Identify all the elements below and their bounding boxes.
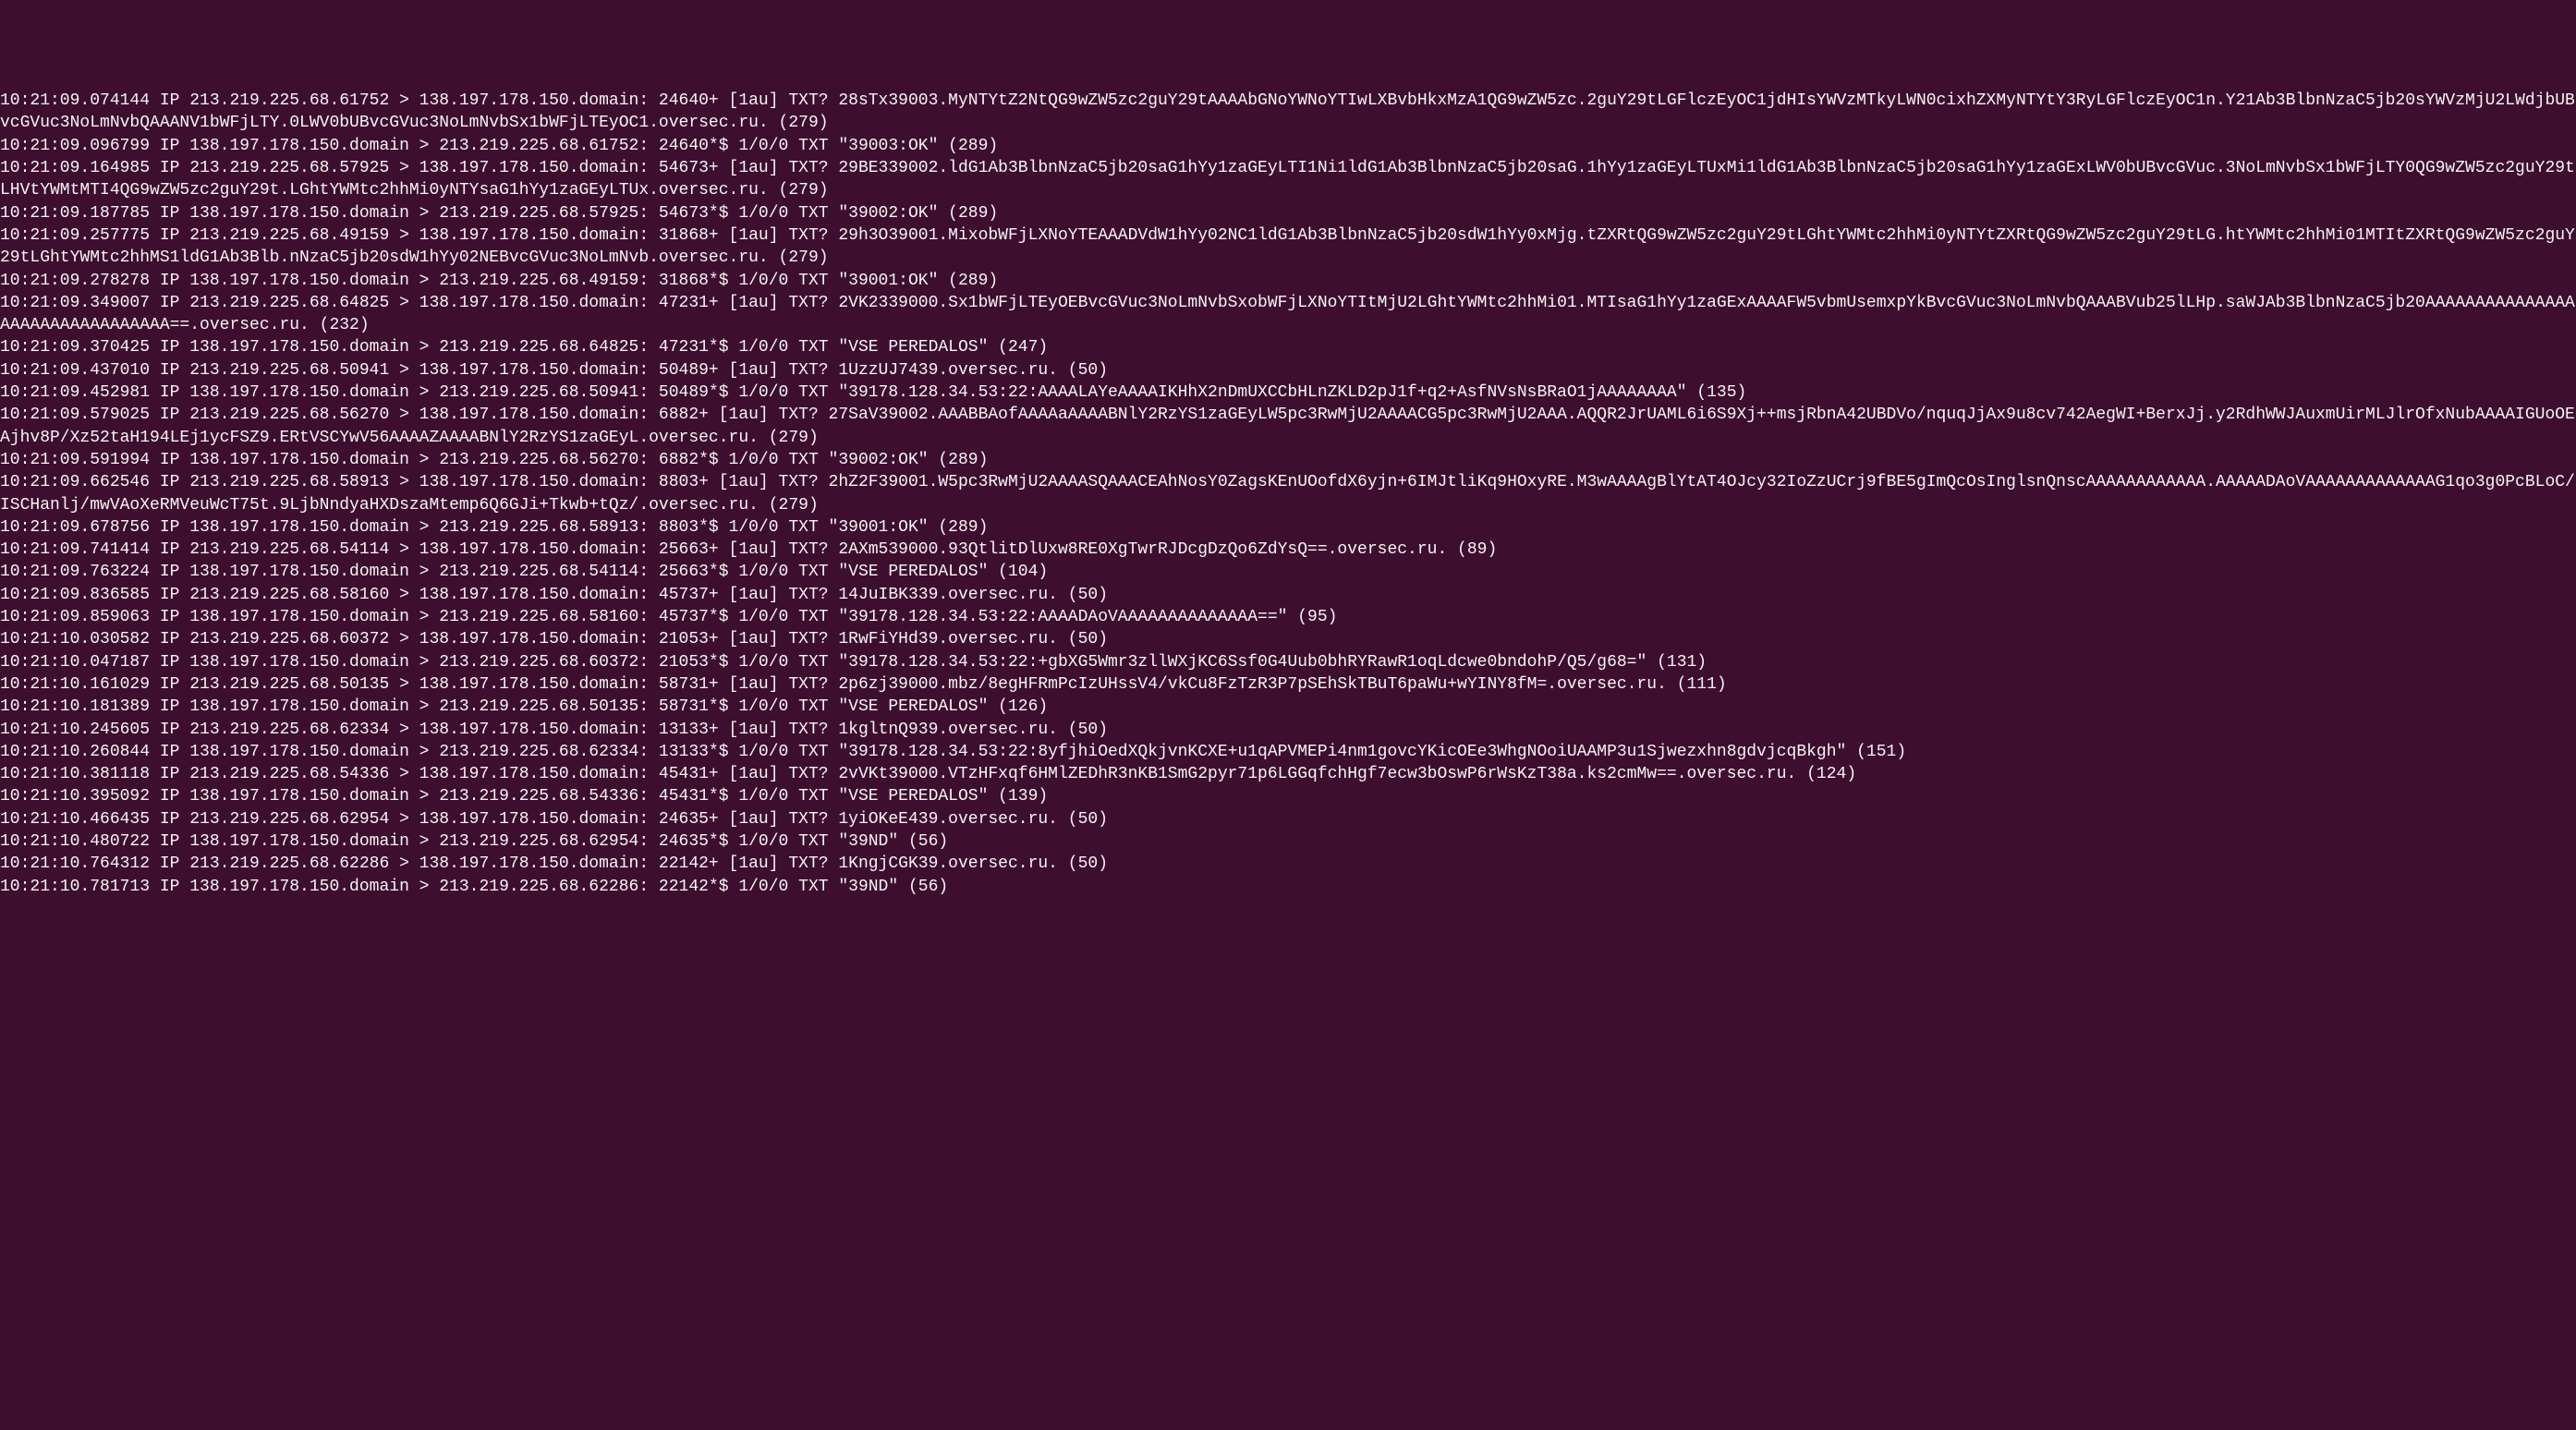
packet-line: 10:21:10.466435 IP 213.219.225.68.62954 … [0, 808, 2576, 830]
packet-line: 10:21:09.452981 IP 138.197.178.150.domai… [0, 382, 2576, 404]
packet-line: 10:21:09.164985 IP 213.219.225.68.57925 … [0, 157, 2576, 202]
packet-line: 10:21:10.381118 IP 213.219.225.68.54336 … [0, 763, 2576, 785]
packet-line: 10:21:10.161029 IP 213.219.225.68.50135 … [0, 673, 2576, 696]
packet-line: 10:21:09.349007 IP 213.219.225.68.64825 … [0, 292, 2576, 337]
packet-line: 10:21:09.836585 IP 213.219.225.68.58160 … [0, 584, 2576, 606]
packet-line: 10:21:09.662546 IP 213.219.225.68.58913 … [0, 471, 2576, 516]
packet-line: 10:21:09.859063 IP 138.197.178.150.domai… [0, 606, 2576, 628]
packet-line: 10:21:09.278278 IP 138.197.178.150.domai… [0, 270, 2576, 292]
packet-line: 10:21:10.047187 IP 138.197.178.150.domai… [0, 651, 2576, 673]
packet-line: 10:21:09.437010 IP 213.219.225.68.50941 … [0, 359, 2576, 382]
packet-line: 10:21:10.764312 IP 213.219.225.68.62286 … [0, 853, 2576, 875]
packet-line: 10:21:09.741414 IP 213.219.225.68.54114 … [0, 539, 2576, 561]
packet-line: 10:21:10.395092 IP 138.197.178.150.domai… [0, 785, 2576, 807]
packet-line: 10:21:09.591994 IP 138.197.178.150.domai… [0, 449, 2576, 471]
packet-line: 10:21:10.030582 IP 213.219.225.68.60372 … [0, 628, 2576, 650]
packet-line: 10:21:10.245605 IP 213.219.225.68.62334 … [0, 719, 2576, 741]
packet-line: 10:21:10.781713 IP 138.197.178.150.domai… [0, 876, 2576, 898]
packet-line: 10:21:09.579025 IP 213.219.225.68.56270 … [0, 404, 2576, 449]
packet-line: 10:21:10.480722 IP 138.197.178.150.domai… [0, 830, 2576, 853]
terminal-output: 10:21:09.074144 IP 213.219.225.68.61752 … [0, 90, 2576, 898]
packet-line: 10:21:09.187785 IP 138.197.178.150.domai… [0, 202, 2576, 224]
packet-line: 10:21:09.074144 IP 213.219.225.68.61752 … [0, 90, 2576, 135]
packet-line: 10:21:09.678756 IP 138.197.178.150.domai… [0, 516, 2576, 539]
packet-line: 10:21:09.763224 IP 138.197.178.150.domai… [0, 561, 2576, 583]
packet-line: 10:21:10.181389 IP 138.197.178.150.domai… [0, 696, 2576, 718]
packet-line: 10:21:10.260844 IP 138.197.178.150.domai… [0, 741, 2576, 763]
packet-line: 10:21:09.257775 IP 213.219.225.68.49159 … [0, 224, 2576, 270]
packet-line: 10:21:09.370425 IP 138.197.178.150.domai… [0, 336, 2576, 358]
packet-line: 10:21:09.096799 IP 138.197.178.150.domai… [0, 135, 2576, 157]
